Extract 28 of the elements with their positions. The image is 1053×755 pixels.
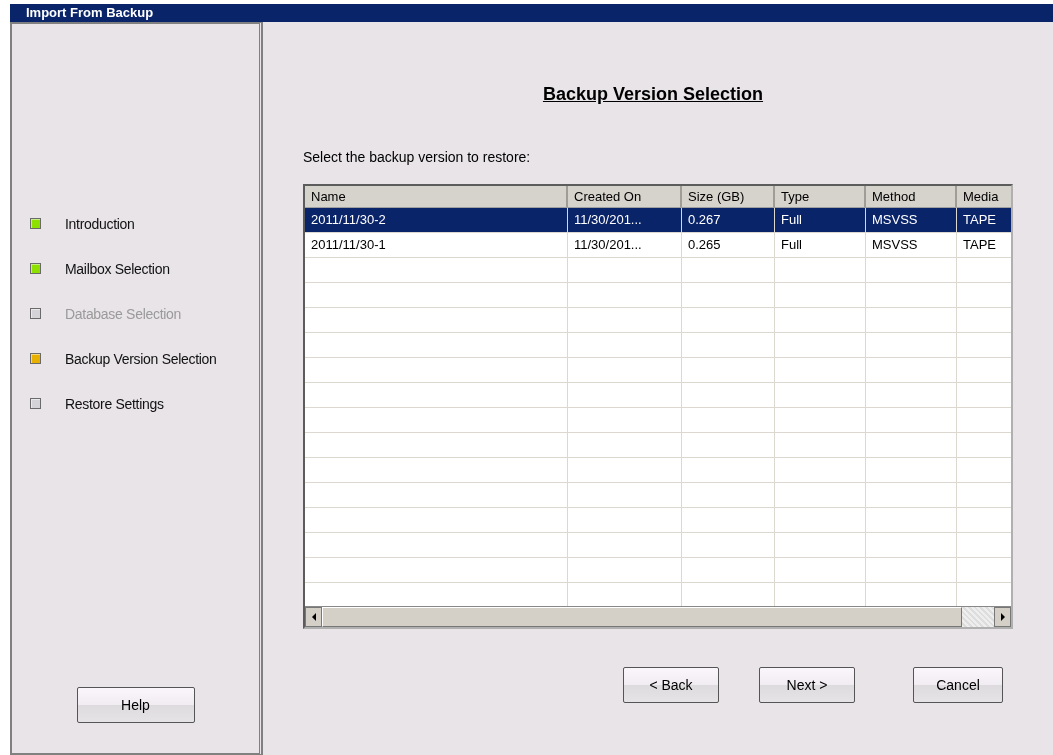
wizard-button[interactable]: < Back xyxy=(623,667,719,703)
page-heading: Backup Version Selection xyxy=(541,84,765,105)
step-label: Restore Settings xyxy=(65,395,164,412)
table-cell: Full xyxy=(775,208,866,232)
table-cell: 11/30/201... xyxy=(568,208,682,232)
scroll-right-icon[interactable] xyxy=(994,607,1011,627)
table-cell: 2011/11/30-1 xyxy=(305,233,568,257)
step-label: Backup Version Selection xyxy=(65,350,217,367)
table-cell: 0.267 xyxy=(682,208,775,232)
table-cell: MSVSS xyxy=(866,233,957,257)
table-cell: TAPE xyxy=(957,208,1011,232)
help-button[interactable]: Help xyxy=(76,687,195,723)
table-cell: MSVSS xyxy=(866,208,957,232)
wizard-button[interactable]: Next > xyxy=(759,667,855,703)
instruction-text: Select the backup version to restore: xyxy=(303,149,532,165)
table-cell: 0.265 xyxy=(682,233,775,257)
step-label: Database Selection xyxy=(65,305,181,322)
table-cell: 11/30/201... xyxy=(568,233,682,257)
step-label: Mailbox Selection xyxy=(65,260,170,277)
table-row[interactable]: 2011/11/30-2 11/30/201... 0.267 Full MSVSS TAPE xyxy=(305,208,1011,233)
window-title: Import From Backup xyxy=(10,4,1053,22)
table-cell: 2011/11/30-2 xyxy=(305,208,568,232)
step-label: Introduction xyxy=(65,215,135,232)
wizard-button[interactable]: Cancel xyxy=(913,667,1003,703)
table-row[interactable]: 2011/11/30-1 11/30/201... 0.265 Full MSVSS TAPE xyxy=(305,233,1011,258)
table-cell: Full xyxy=(775,233,866,257)
table-cell: TAPE xyxy=(957,233,1011,257)
scroll-left-icon[interactable] xyxy=(305,607,322,627)
